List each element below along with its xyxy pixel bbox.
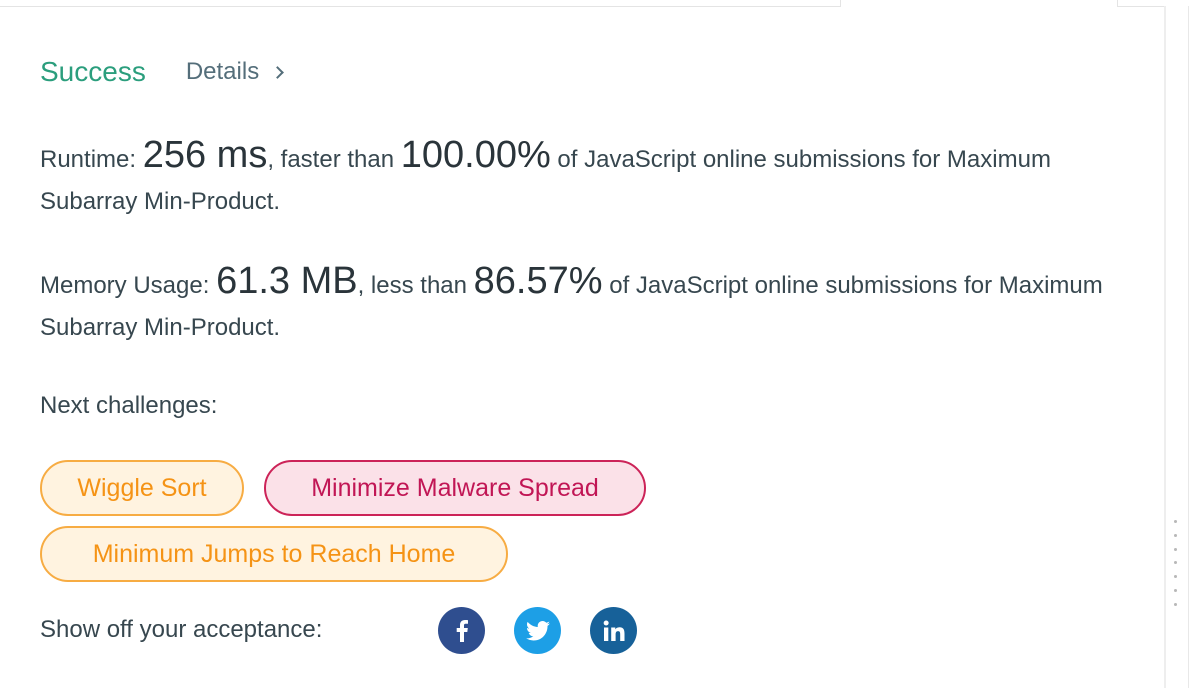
chevron-right-icon [271,65,285,79]
memory-value: 61.3 MB [216,260,358,302]
runtime-comparison: , faster than [267,146,401,173]
challenge-minimize-malware-spread[interactable]: Minimize Malware Spread [264,460,646,516]
memory-stat: Memory Usage: 61.3 MB, less than 86.57% … [40,260,1125,349]
challenge-wiggle-sort[interactable]: Wiggle Sort [40,460,244,516]
runtime-stat: Runtime: 256 ms, faster than 100.00% of … [40,134,1125,223]
side-panel-edge [1188,6,1204,688]
memory-percent: 86.57% [473,260,603,302]
top-tab-edge [840,0,1118,7]
memory-label: Memory Usage: [40,272,217,299]
share-label: Show off your acceptance: [40,616,323,643]
twitter-icon [525,620,550,641]
next-challenges-label: Next challenges: [40,392,218,419]
runtime-percent: 100.00% [400,134,551,176]
status-row: Success Details [40,56,285,88]
runtime-value: 256 ms [142,134,268,176]
details-label: Details [185,58,260,85]
linkedin-icon [603,620,625,642]
linkedin-share-button[interactable] [590,607,637,654]
runtime-label: Runtime: [40,146,143,173]
details-link[interactable]: Details [185,58,285,86]
facebook-share-button[interactable] [438,607,485,654]
facebook-icon [456,619,468,642]
submission-result-panel: Success Details Runtime: 256 ms, faster … [0,0,1204,688]
top-border-right [1118,6,1166,7]
memory-comparison: , less than [357,272,474,299]
twitter-share-button[interactable] [514,607,561,654]
challenge-minimum-jumps-to-reach-home[interactable]: Minimum Jumps to Reach Home [40,526,508,582]
status-success: Success [40,56,146,87]
resize-handle[interactable] [1174,520,1178,606]
top-border [0,6,840,7]
